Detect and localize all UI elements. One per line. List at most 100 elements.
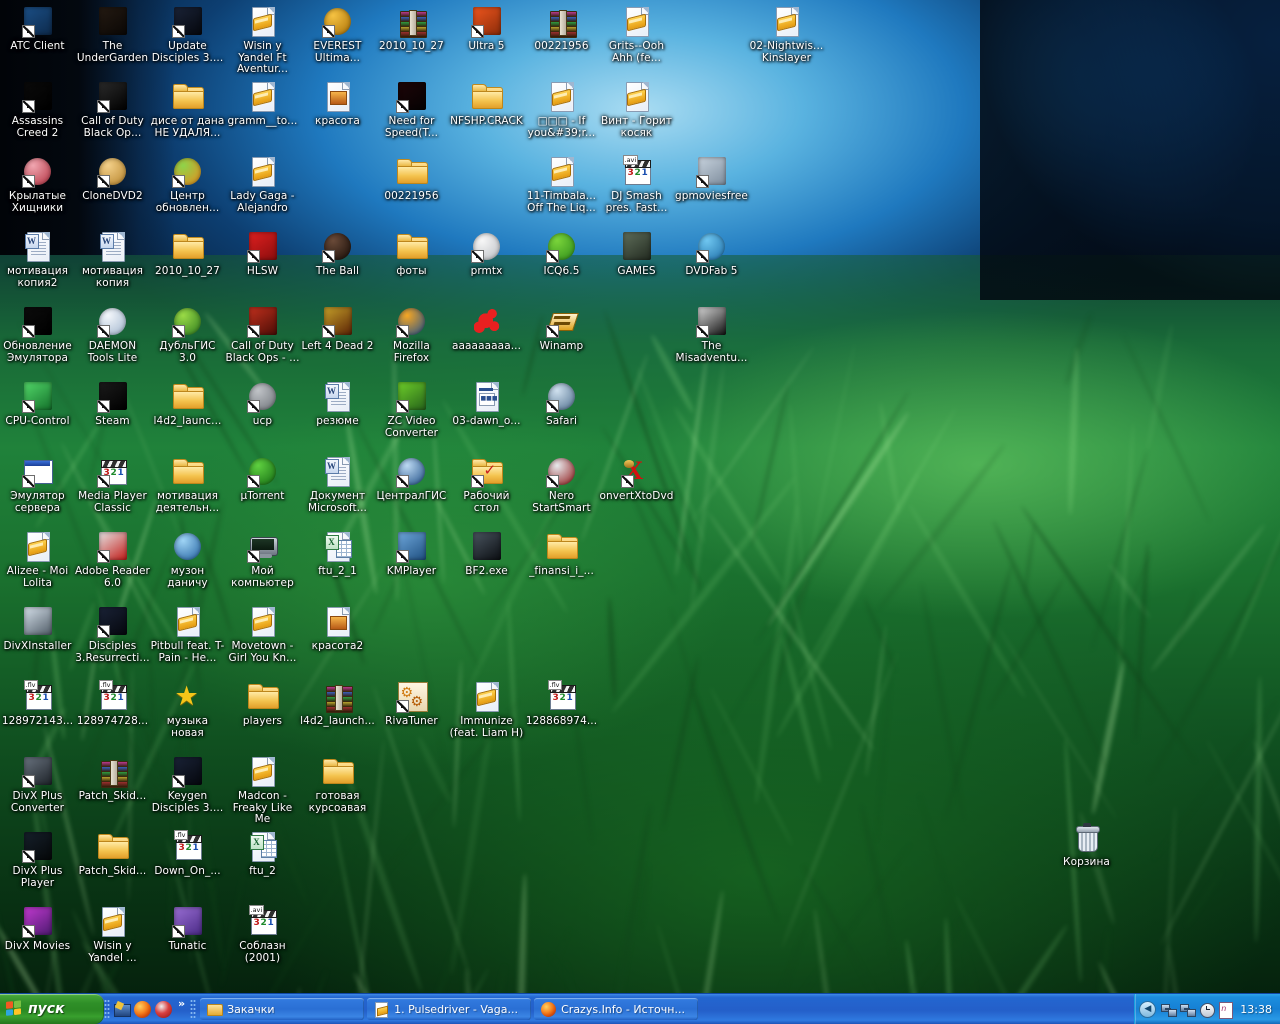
desktop-icon[interactable]: 321.aviСоблазн (2001) <box>225 906 300 964</box>
desktop-icon[interactable]: Patch_Skid... <box>75 831 150 878</box>
desktop-icon[interactable]: Call of Duty Black Op... <box>75 81 150 139</box>
desktop-icon[interactable]: Корзина <box>1049 822 1124 869</box>
desktop-icon[interactable]: ДубльГИС 3.0 <box>150 306 225 364</box>
desktop-icon[interactable]: Wмотивация копия <box>75 231 150 289</box>
desktop-icon[interactable]: DivXInstaller <box>0 606 75 653</box>
desktop-icon[interactable]: готовая курсоавая <box>300 756 375 814</box>
desktop-icon[interactable]: ucp <box>225 381 300 428</box>
desktop-icon[interactable]: Movetown - Girl You Kn... <box>225 606 300 664</box>
desktop-icon[interactable]: XonvertXtoDvd <box>599 456 674 503</box>
desktop-icon[interactable]: gpmoviesfree <box>674 156 749 203</box>
desktop-icon[interactable]: Nero StartSmart <box>524 456 599 514</box>
desktop-icon[interactable]: BF2.exe <box>449 531 524 578</box>
desktop-icon[interactable]: l4d2_launc... <box>150 381 225 428</box>
desktop-icon[interactable]: _finansi_i_... <box>524 531 599 578</box>
desktop-icon[interactable]: Left 4 Dead 2 <box>300 306 375 353</box>
desktop-icon[interactable]: The Misadventu... <box>674 306 749 364</box>
desktop-icon[interactable]: Winamp <box>524 306 599 353</box>
desktop-icon[interactable]: Винт - Горит косяк <box>599 81 674 139</box>
desktop-icon[interactable]: Assassins Creed 2 <box>0 81 75 139</box>
desktop-icon[interactable]: 2010_10_27 <box>150 231 225 278</box>
desktop-icon[interactable]: 321.flv128972143... <box>0 681 75 728</box>
desktop-icon[interactable]: DAEMON Tools Lite <box>75 306 150 364</box>
taskbar-task-button[interactable]: Crazys.Info - Источн... <box>534 998 698 1020</box>
desktop[interactable]: ATC ClientThe UnderGardenUpdate Disciple… <box>0 0 1280 994</box>
desktop-icon[interactable]: ATC Client <box>0 6 75 53</box>
desktop-icon[interactable]: Mozilla Firefox <box>374 306 449 364</box>
desktop-icon[interactable]: ■■■03-dawn_o... <box>449 381 524 428</box>
desktop-icon[interactable]: Xftu_2_1 <box>300 531 375 578</box>
desktop-icon[interactable]: ZC Video Converter <box>374 381 449 439</box>
desktop-icon[interactable]: красота2 <box>300 606 375 653</box>
desktop-icon[interactable]: ICQ6.5 <box>524 231 599 278</box>
task-buttons[interactable]: Закачки1. Pulsedriver - Vaga...Crazys.In… <box>196 994 1134 1024</box>
desktop-icon[interactable]: DivX Plus Player <box>0 831 75 889</box>
quick-launch-grip[interactable] <box>104 999 110 1019</box>
desktop-icon[interactable]: Immunize (feat. Liam H) <box>449 681 524 739</box>
quick-launch-bar[interactable]: » <box>110 994 190 1024</box>
system-tray[interactable]: ◀ n 13:38 <box>1134 994 1280 1024</box>
show-desktop-icon[interactable] <box>113 1001 130 1018</box>
desktop-icon[interactable]: Disciples 3.Resurrecti... <box>75 606 150 664</box>
desktop-icon[interactable]: DivX Plus Converter <box>0 756 75 814</box>
desktop-icon[interactable]: 11-Timbala... Off The Liq... <box>524 156 599 214</box>
desktop-icon[interactable]: 321.aviDJ Smash pres. Fast... <box>599 156 674 214</box>
desktop-icon[interactable]: prmtx <box>449 231 524 278</box>
tray-icon-list[interactable]: n <box>1161 1002 1233 1017</box>
taskbar-task-button[interactable]: Закачки <box>200 998 364 1020</box>
desktop-icon[interactable]: ЦентралГИС <box>374 456 449 503</box>
desktop-icon[interactable]: Эмулятор сервера <box>0 456 75 514</box>
network-connection-icon[interactable] <box>1161 1002 1176 1017</box>
start-button[interactable]: пуск <box>0 994 104 1024</box>
desktop-icon[interactable]: ✓Рабочий стол <box>449 456 524 514</box>
quick-launch-overflow-icon[interactable]: » <box>176 997 187 1010</box>
desktop-icon[interactable]: Patch_Skid... <box>75 756 150 803</box>
desktop-icon[interactable]: 321.flv128868974... <box>524 681 599 728</box>
desktop-icon[interactable]: NFSHP.CRACK <box>449 81 524 128</box>
desktop-icon[interactable]: Call of Duty Black Ops - ... <box>225 306 300 364</box>
desktop-icon[interactable]: 321.flvDown_On_... <box>150 831 225 878</box>
desktop-icon[interactable]: l4d2_launch... <box>300 681 375 728</box>
taskbar[interactable]: пуск » Закачки1. Pulsedriver - Vaga...Cr… <box>0 993 1280 1024</box>
desktop-icon[interactable]: Steam <box>75 381 150 428</box>
chevron-left-icon[interactable]: ◀ <box>1139 1001 1156 1018</box>
desktop-icon[interactable]: 00221956 <box>374 156 449 203</box>
desktop-icon[interactable]: Мой компьютер <box>225 531 300 589</box>
desktop-icon[interactable]: музон даничу <box>150 531 225 589</box>
desktop-icon[interactable]: WДокумент Microsoft... <box>300 456 375 514</box>
desktop-icon[interactable]: 321Media Player Classic <box>75 456 150 514</box>
desktop-icon[interactable]: CloneDVD2 <box>75 156 150 203</box>
desktop-icon[interactable]: Центр обновлен... <box>150 156 225 214</box>
desktop-icon[interactable]: Wрезюме <box>300 381 375 428</box>
desktop-icon[interactable]: Wisin y Yandel ... <box>75 906 150 964</box>
desktop-icon[interactable]: 00221956 <box>524 6 599 53</box>
desktop-icon[interactable]: Alizee - Moi Lolita <box>0 531 75 589</box>
desktop-icon[interactable]: Xftu_2 <box>225 831 300 878</box>
desktop-icon[interactable]: Update Disciples 3.... <box>150 6 225 64</box>
desktop-icon[interactable]: Крылатые Хищники <box>0 156 75 214</box>
desktop-icon[interactable]: Pitbull feat. T-Pain - He... <box>150 606 225 664</box>
clock-tray-icon[interactable] <box>1199 1002 1214 1017</box>
desktop-icon[interactable]: Keygen Disciples 3.... <box>150 756 225 814</box>
desktop-icon[interactable]: 02-Nightwis... Kinslayer <box>749 6 824 64</box>
desktop-icon[interactable]: красота <box>300 81 375 128</box>
desktop-icon[interactable]: Adobe Reader 6.0 <box>75 531 150 589</box>
desktop-icon[interactable]: aaaaaaaaa... <box>449 306 524 353</box>
desktop-icon[interactable]: Madcon - Freaky Like Me <box>225 756 300 826</box>
desktop-icon[interactable]: Need for Speed(T... <box>374 81 449 139</box>
desktop-icon[interactable]: Tunatic <box>150 906 225 953</box>
desktop-icon[interactable]: EVEREST Ultima... <box>300 6 375 64</box>
desktop-icon[interactable]: KMPlayer <box>374 531 449 578</box>
desktop-icon[interactable]: The UnderGarden <box>75 6 150 64</box>
desktop-icon[interactable]: µTorrent <box>225 456 300 503</box>
desktop-icon[interactable]: DVDFab 5 <box>674 231 749 278</box>
desktop-icon[interactable]: 2010_10_27 <box>374 6 449 53</box>
desktop-icon[interactable]: дисе от дана НЕ УДАЛЯ... <box>150 81 225 139</box>
task-area-grip[interactable] <box>190 999 196 1019</box>
desktop-icon[interactable]: 321.flv128974728... <box>75 681 150 728</box>
desktop-icon[interactable]: Lady Gaga - Alejandro <box>225 156 300 214</box>
desktop-icon[interactable]: Wisin y Yandel Ft Aventur... <box>225 6 300 76</box>
desktop-icon[interactable]: CPU-Control <box>0 381 75 428</box>
desktop-icon[interactable]: Grits--Ooh Ahh (fe... <box>599 6 674 64</box>
desktop-icon[interactable]: Safari <box>524 381 599 428</box>
